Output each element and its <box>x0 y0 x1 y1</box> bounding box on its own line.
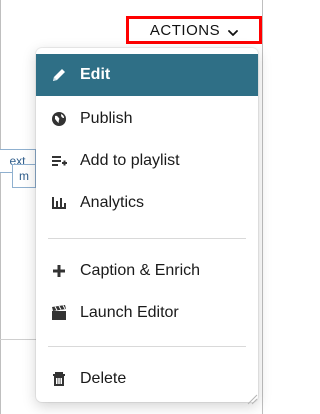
menu-item-label: Analytics <box>80 194 145 211</box>
menu-separator <box>48 346 246 347</box>
trash-icon <box>48 368 70 390</box>
analytics-icon <box>48 192 70 214</box>
menu-item-label: Caption & Enrich <box>80 262 201 279</box>
resize-grip-icon[interactable] <box>246 392 258 405</box>
actions-button[interactable]: ACTIONS <box>126 16 262 44</box>
menu-item-label: Publish <box>80 110 133 127</box>
background-divider <box>0 339 36 340</box>
menu-item-analytics[interactable]: Analytics <box>36 182 258 224</box>
background-chip-m[interactable]: m <box>12 164 36 188</box>
actions-label: ACTIONS <box>149 21 221 39</box>
clapper-icon <box>48 302 70 324</box>
left-border <box>0 0 1 414</box>
pencil-icon <box>48 64 70 86</box>
background-chip-m-label: m <box>19 169 29 183</box>
menu-item-label: Delete <box>80 370 127 387</box>
menu-item-launch-editor[interactable]: Launch Editor <box>36 292 258 334</box>
menu-item-publish[interactable]: Publish <box>36 98 258 140</box>
menu-item-add-to-playlist[interactable]: Add to playlist <box>36 140 258 182</box>
menu-separator <box>48 238 246 239</box>
page: ext m ACTIONS Edit Publish Add to playli… <box>0 0 263 414</box>
menu-item-caption-enrich[interactable]: Caption & Enrich <box>36 250 258 292</box>
globe-icon <box>48 108 70 130</box>
menu-item-delete[interactable]: Delete <box>36 358 258 400</box>
plus-icon <box>48 260 70 282</box>
playlist-add-icon <box>48 150 70 172</box>
menu-item-label: Edit <box>80 66 111 83</box>
right-border <box>262 0 263 414</box>
menu-item-edit[interactable]: Edit <box>36 54 258 96</box>
actions-dropdown-menu: Edit Publish Add to playlist Analytics C… <box>36 48 258 402</box>
menu-item-label: Launch Editor <box>80 304 179 321</box>
chevron-down-icon <box>228 25 238 36</box>
menu-item-label: Add to playlist <box>80 152 180 169</box>
